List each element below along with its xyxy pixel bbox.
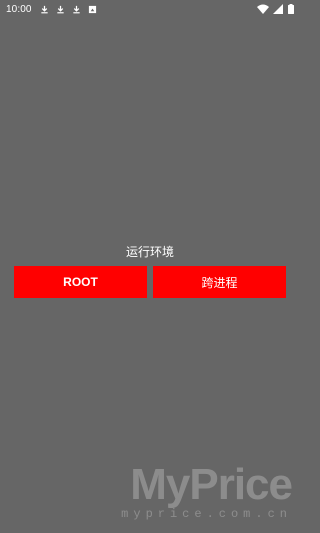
battery-icon bbox=[287, 4, 294, 14]
download-icon bbox=[40, 4, 50, 14]
status-bar: 10:00 bbox=[0, 0, 300, 18]
download-icon bbox=[72, 4, 82, 14]
runtime-environment-section: 运行环境 ROOT 跨进程 bbox=[14, 244, 286, 298]
runtime-environment-title: 运行环境 bbox=[125, 245, 174, 259]
watermark: MyPrice myprice.com.cn bbox=[117, 460, 293, 527]
cross-process-button[interactable]: 跨进程 bbox=[153, 266, 286, 298]
watermark-url: myprice.com.cn bbox=[121, 507, 292, 521]
signal-icon bbox=[273, 4, 283, 14]
download-icon bbox=[56, 4, 66, 14]
status-right bbox=[257, 4, 294, 14]
notification-icons bbox=[40, 4, 98, 14]
watermark-logo-text: MyPrice bbox=[130, 460, 293, 509]
root-button[interactable]: ROOT bbox=[14, 266, 147, 298]
environment-button-row: ROOT 跨进程 bbox=[14, 266, 286, 298]
status-time: 10:00 bbox=[6, 3, 32, 15]
screenshot-icon bbox=[88, 4, 98, 14]
wifi-icon bbox=[257, 4, 269, 14]
status-left: 10:00 bbox=[6, 4, 98, 15]
